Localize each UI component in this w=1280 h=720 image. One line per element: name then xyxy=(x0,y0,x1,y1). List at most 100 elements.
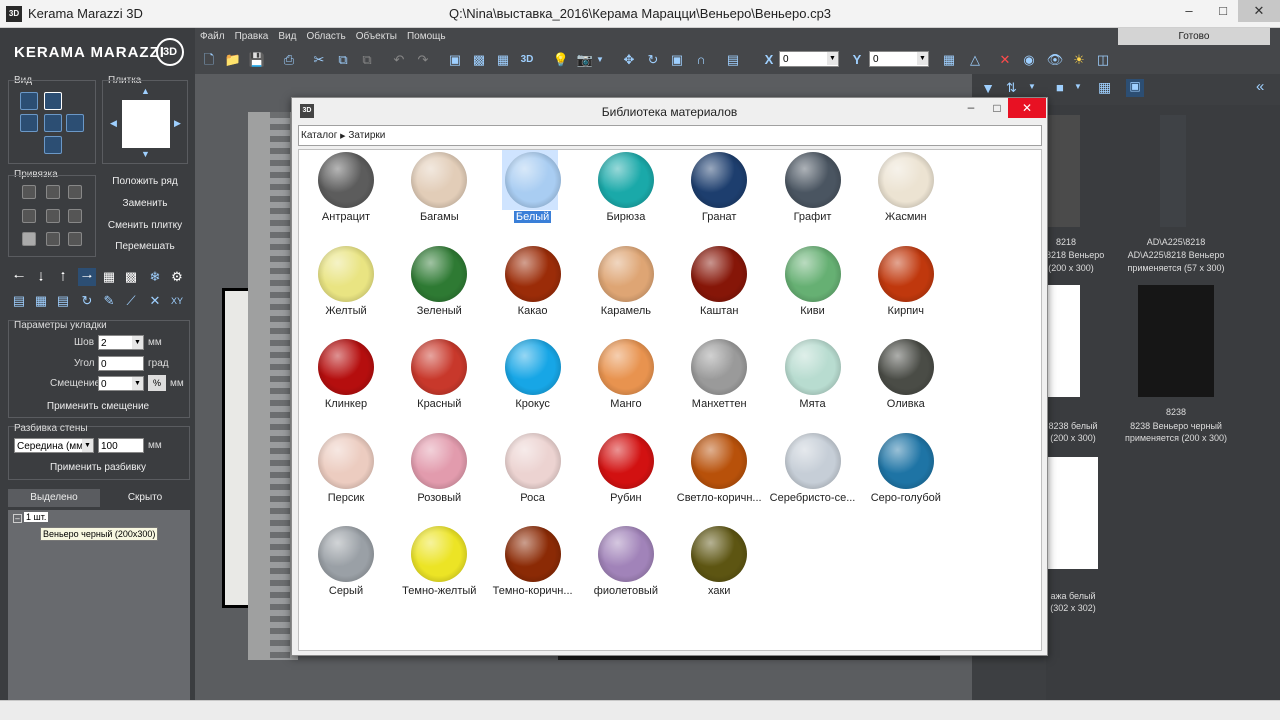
mirror-icon[interactable]: ◫ xyxy=(1093,50,1113,70)
undo-icon[interactable]: ↶ xyxy=(389,50,409,70)
snap-mc-button[interactable] xyxy=(46,209,60,223)
redo-icon[interactable]: ↷ xyxy=(413,50,433,70)
snap-tc-button[interactable] xyxy=(46,185,60,199)
move-up-icon[interactable]: 🠁 xyxy=(54,268,72,286)
tile-grid-icon[interactable]: ▩ xyxy=(122,268,140,286)
light-icon[interactable]: 💡 xyxy=(551,50,571,70)
xy-icon[interactable]: XY xyxy=(168,292,186,310)
material-tile[interactable]: Темно-коричн... xyxy=(487,524,579,614)
material-tile[interactable]: Персик xyxy=(300,431,392,521)
tab-hidden[interactable]: Скрыто xyxy=(100,489,190,507)
snowflake-icon[interactable]: ❄ xyxy=(146,268,164,286)
tile-up-arrow-icon[interactable]: ▲ xyxy=(141,86,150,96)
view-wall-left-button[interactable] xyxy=(20,114,38,132)
material-tile[interactable]: Манго xyxy=(580,337,672,427)
grid-view-icon[interactable]: ▦ xyxy=(1098,79,1111,96)
apply-offset-button[interactable]: Применить смещение xyxy=(20,401,176,412)
close-icon[interactable]: ✕ xyxy=(1238,0,1280,22)
material-tile[interactable]: Каштан xyxy=(673,244,765,334)
material-tile[interactable]: Белый xyxy=(487,150,579,240)
view-plan-button[interactable] xyxy=(44,92,62,110)
menu-help[interactable]: Помощь xyxy=(402,28,451,46)
snap-tr-button[interactable] xyxy=(68,185,82,199)
tree-collapse-icon[interactable]: – xyxy=(13,514,22,523)
filter-icon[interactable]: ▼ xyxy=(978,80,998,98)
replace-button[interactable]: Заменить xyxy=(100,198,190,209)
material-tile[interactable]: Какао xyxy=(487,244,579,334)
material-tile[interactable]: Светло-коричн... xyxy=(673,431,765,521)
print-icon[interactable]: ⎙ xyxy=(279,50,299,70)
view-wall-front-button[interactable] xyxy=(44,114,62,132)
grid-toggle-icon[interactable]: ▦ xyxy=(939,50,959,70)
wall-split-size-field[interactable]: 100 xyxy=(98,438,144,453)
menu-area[interactable]: Область xyxy=(301,28,350,46)
snap-ml-button[interactable] xyxy=(22,209,36,223)
material-tile[interactable]: Кирпич xyxy=(860,244,952,334)
menu-file[interactable]: Файл xyxy=(195,28,230,46)
x-coordinate-field[interactable]: 0 ▼ xyxy=(779,51,839,67)
collapse-panel-icon[interactable]: « xyxy=(1256,78,1264,95)
material-tile[interactable]: Серебристо-се... xyxy=(767,431,859,521)
wall-split-dropdown-icon[interactable]: ▼ xyxy=(82,439,93,452)
thumb-8238-white[interactable] xyxy=(1048,285,1080,397)
material-tile[interactable]: Мята xyxy=(767,337,859,427)
shuffle-button[interactable]: Перемешать xyxy=(100,241,190,252)
thumb-white-2[interactable] xyxy=(1048,457,1098,569)
plan-view-icon[interactable]: ▣ xyxy=(445,50,465,70)
wall-split-mode-select[interactable]: Середина (мм ▼ xyxy=(14,438,94,453)
minimize-icon[interactable]: – xyxy=(1172,0,1206,22)
material-tile[interactable]: Манхеттен xyxy=(673,337,765,427)
apply-split-button[interactable]: Применить разбивку xyxy=(20,462,176,473)
material-tile[interactable]: Антрацит xyxy=(300,150,392,240)
panel-icon[interactable]: ▣ xyxy=(1126,79,1144,97)
view-2d-button[interactable] xyxy=(20,92,38,110)
move-down-icon[interactable]: 🠃 xyxy=(32,268,50,286)
person-view-icon[interactable]: ▩ xyxy=(469,50,489,70)
material-tile[interactable]: Серый xyxy=(300,524,392,614)
snap-br-button[interactable] xyxy=(68,232,82,246)
camera-dropdown-icon[interactable]: ▼ xyxy=(595,50,605,70)
cross-icon[interactable]: ✕ xyxy=(146,292,164,310)
material-tile[interactable]: Роса xyxy=(487,431,579,521)
view-mode-dropdown-icon[interactable]: ▼ xyxy=(1074,82,1082,91)
tab-selected[interactable]: Выделено xyxy=(8,489,100,507)
view-mode-icon[interactable]: ■ xyxy=(1056,80,1064,95)
offset-field[interactable]: 0 ▼ xyxy=(98,376,144,391)
tile-down-arrow-icon[interactable]: ▼ xyxy=(141,149,150,159)
magnet-icon[interactable]: ∩ xyxy=(691,50,711,70)
pencil-icon[interactable]: ✎ xyxy=(100,292,118,310)
material-tile[interactable]: Рубин xyxy=(580,431,672,521)
tree-root-item[interactable]: 1 шт. xyxy=(24,512,49,522)
calc-icon[interactable]: ▦ xyxy=(493,50,513,70)
material-tile[interactable]: Багамы xyxy=(393,150,485,240)
delete-icon[interactable]: ✕ xyxy=(995,50,1015,70)
snap-bl-button[interactable] xyxy=(22,232,36,246)
material-tile[interactable]: Желтый xyxy=(300,244,392,334)
move-icon[interactable]: ✥ xyxy=(619,50,639,70)
menu-edit[interactable]: Правка xyxy=(230,28,274,46)
material-tile[interactable]: Розовый xyxy=(393,431,485,521)
material-tile[interactable]: Темно-желтый xyxy=(393,524,485,614)
move-left-icon[interactable]: 🠀 xyxy=(10,268,28,286)
breadcrumb-catalog[interactable]: Каталог xyxy=(301,130,337,141)
grid-icon[interactable]: ▦ xyxy=(32,292,50,310)
tile-right-arrow-icon[interactable]: ▶ xyxy=(174,118,181,129)
diagonal-icon[interactable]: ⟋ xyxy=(122,292,140,310)
y-dropdown-icon[interactable]: ▼ xyxy=(917,52,928,65)
dialog-minimize-icon[interactable]: – xyxy=(958,98,984,118)
angle-field[interactable]: 0 xyxy=(98,356,144,371)
target-icon[interactable]: ◉ xyxy=(1019,50,1039,70)
open-folder-icon[interactable]: 📁 xyxy=(223,50,243,70)
sort-dropdown-icon[interactable]: ▼ xyxy=(1028,82,1036,91)
material-tile[interactable]: Оливка xyxy=(860,337,952,427)
material-tile[interactable]: Киви xyxy=(767,244,859,334)
seam-dropdown-icon[interactable]: ▼ xyxy=(132,336,143,349)
material-tile[interactable]: Зеленый xyxy=(393,244,485,334)
y-coordinate-field[interactable]: 0 ▼ xyxy=(869,51,929,67)
material-tile[interactable]: Клинкер xyxy=(300,337,392,427)
view-wall-right-button[interactable] xyxy=(66,114,84,132)
material-tile[interactable]: Бирюза xyxy=(580,150,672,240)
material-tile[interactable]: Крокус xyxy=(487,337,579,427)
snap-mr-button[interactable] xyxy=(68,209,82,223)
rotate-tool-icon[interactable]: ↻ xyxy=(643,50,663,70)
